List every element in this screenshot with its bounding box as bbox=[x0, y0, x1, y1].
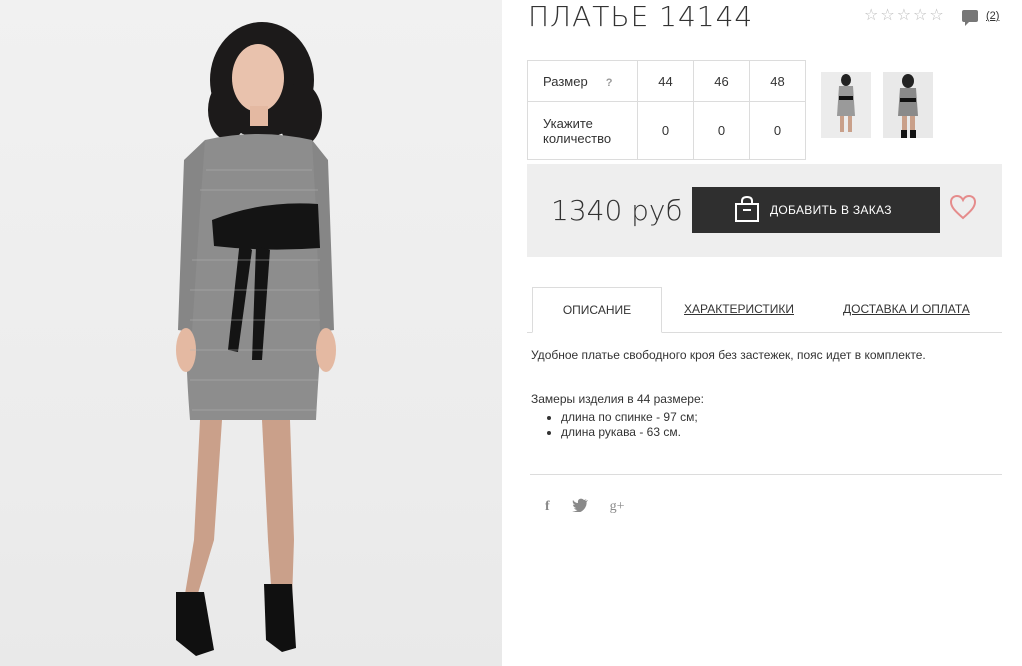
star-icon[interactable]: ☆ bbox=[913, 8, 927, 24]
product-price: 1340 руб bbox=[551, 194, 683, 227]
product-main-photo[interactable] bbox=[0, 0, 502, 666]
star-icon[interactable]: ☆ bbox=[880, 8, 894, 24]
facebook-icon[interactable]: f bbox=[545, 499, 550, 515]
description-text: Удобное платье свободного кроя без засте… bbox=[531, 348, 926, 362]
tab-characteristics[interactable]: ХАРАКТЕРИСТИКИ bbox=[684, 287, 794, 331]
add-to-order-button[interactable]: ДОБАВИТЬ В ЗАКАЗ bbox=[692, 187, 940, 233]
comments-link[interactable]: (2) bbox=[962, 10, 999, 26]
divider bbox=[530, 474, 1002, 475]
thumbnail-side[interactable] bbox=[883, 72, 933, 138]
star-icon[interactable]: ☆ bbox=[929, 8, 943, 24]
quantity-input-44[interactable]: 0 bbox=[637, 101, 694, 160]
quantity-input-46[interactable]: 0 bbox=[693, 101, 750, 160]
size-row-label: Размер? bbox=[527, 60, 638, 102]
size-quantity-table: Размер? 44 46 48 Укажите количество 0 0 … bbox=[527, 60, 806, 160]
comments-count[interactable]: (2) bbox=[986, 10, 999, 22]
quantity-row-label: Укажите количество bbox=[527, 101, 638, 160]
size-help-icon[interactable]: ? bbox=[606, 77, 613, 89]
social-share: f g+ bbox=[545, 498, 625, 515]
price-box: 1340 руб ДОБАВИТЬ В ЗАКАЗ bbox=[527, 164, 1002, 257]
heart-icon[interactable] bbox=[949, 194, 977, 225]
product-tabs: ОПИСАНИЕ ХАРАКТЕРИСТИКИ ДОСТАВКА И ОПЛАТ… bbox=[527, 287, 1002, 333]
size-44: 44 bbox=[637, 60, 694, 102]
google-plus-icon[interactable]: g+ bbox=[610, 499, 625, 515]
tab-delivery-payment[interactable]: ДОСТАВКА И ОПЛАТА bbox=[843, 287, 970, 331]
size-46: 46 bbox=[693, 60, 750, 102]
star-icon[interactable]: ☆ bbox=[864, 8, 878, 24]
measurements-title: Замеры изделия в 44 размере: bbox=[531, 392, 704, 406]
quantity-input-48[interactable]: 0 bbox=[749, 101, 806, 160]
rating-stars[interactable]: ☆ ☆ ☆ ☆ ☆ bbox=[864, 8, 944, 24]
twitter-icon[interactable] bbox=[571, 498, 588, 515]
comment-icon bbox=[962, 10, 978, 26]
size-48: 48 bbox=[749, 60, 806, 102]
description-panel: Удобное платье свободного кроя без засте… bbox=[531, 348, 926, 440]
thumbnail-front[interactable] bbox=[821, 72, 871, 138]
shopping-bag-icon bbox=[734, 195, 760, 226]
add-to-order-label: ДОБАВИТЬ В ЗАКАЗ bbox=[770, 203, 892, 217]
star-icon[interactable]: ☆ bbox=[897, 8, 911, 24]
list-item: длина по спинке - 97 см; bbox=[561, 410, 926, 424]
product-title: ПЛАТЬЕ 14144 bbox=[528, 0, 754, 33]
measurements-list: длина по спинке - 97 см; длина рукава - … bbox=[531, 410, 926, 439]
thumbnail-gallery bbox=[821, 72, 933, 138]
tab-description[interactable]: ОПИСАНИЕ bbox=[532, 287, 662, 333]
list-item: длина рукава - 63 см. bbox=[561, 425, 926, 439]
